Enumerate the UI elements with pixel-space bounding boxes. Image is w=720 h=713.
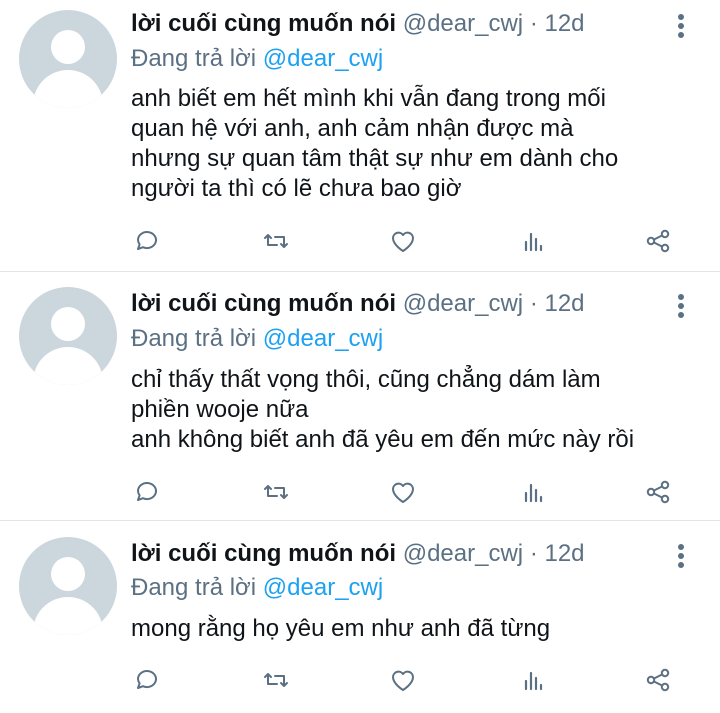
retweet-icon [264,234,288,248]
reply-icon [137,482,157,501]
author-handle[interactable]: @dear_cwj [403,540,523,567]
tweet-text-line: người ta thì có lẽ chưa bao giờ [131,175,462,202]
tweet-text-line: anh biết em hết mình khi vẫn đang trong … [131,85,606,112]
tweet-header: lời cuối cùng muốn nói @dear_cwj · 12d [131,289,585,319]
reply-icon [137,231,157,250]
like-icon [392,670,414,691]
separator-dot: · [529,290,538,317]
reply-button[interactable] [131,224,165,258]
replying-to-mention[interactable]: @dear_cwj [263,325,383,352]
share-button[interactable] [641,224,675,258]
more-options-icon[interactable] [672,12,690,40]
tweet-header: lời cuối cùng muốn nói @dear_cwj · 12d [131,9,585,39]
share-icon [646,480,670,504]
author-name[interactable]: lời cuối cùng muốn nói [131,540,396,567]
reply-button[interactable] [131,663,165,697]
retweet-button[interactable] [259,475,293,509]
replying-to-mention[interactable]: @dear_cwj [263,574,383,601]
analytics-button[interactable] [516,475,550,509]
share-icon [646,229,670,253]
analytics-button[interactable] [516,224,550,258]
tweet-text: mong rằng họ yêu em như anh đã từng [131,614,701,644]
like-icon [392,231,414,252]
retweet-icon [264,673,288,687]
analytics-button[interactable] [516,663,550,697]
tweet-text-line: quan hệ với anh, anh cảm nhận được mà [131,115,574,142]
reply-button[interactable] [131,475,165,509]
like-button[interactable] [386,663,420,697]
like-button[interactable] [386,224,420,258]
tweet-text: anh biết em hết mình khi vẫn đang trong … [131,84,701,204]
analytics-icon [524,232,543,252]
replying-to-label: Đang trả lời [131,325,257,352]
tweet[interactable]: lời cuối cùng muốn nói @dear_cwj · 12d Đ… [0,0,720,272]
avatar[interactable] [19,10,117,108]
timestamp[interactable]: 12d [544,540,584,567]
more-options-icon[interactable] [672,542,690,570]
author-handle[interactable]: @dear_cwj [403,290,523,317]
replying-to: Đang trả lời @dear_cwj [131,44,383,74]
tweet-text-line: nhưng sự quan tâm thật sự như em dành ch… [131,145,619,172]
tweet-text-line: chỉ thấy thất vọng thôi, cũng chẳng dám … [131,366,601,393]
author-name[interactable]: lời cuối cùng muốn nói [131,10,396,37]
action-bar [131,224,691,258]
more-options-icon[interactable] [672,292,690,320]
author-handle[interactable]: @dear_cwj [403,10,523,37]
reply-icon [137,670,157,689]
tweet-text-line: phiền wooje nữa [131,396,309,423]
tweet[interactable]: lời cuối cùng muốn nói @dear_cwj · 12d Đ… [0,272,720,521]
tweet-header: lời cuối cùng muốn nói @dear_cwj · 12d [131,539,585,569]
tweet-text: chỉ thấy thất vọng thôi, cũng chẳng dám … [131,365,701,455]
share-button[interactable] [641,475,675,509]
action-bar [131,475,691,509]
like-icon [392,482,414,503]
retweet-button[interactable] [259,224,293,258]
separator-dot: · [529,10,538,37]
avatar[interactable] [19,287,117,385]
retweet-button[interactable] [259,663,293,697]
tweet-text-line: mong rằng họ yêu em như anh đã từng [131,615,551,642]
separator-dot: · [529,540,538,567]
analytics-icon [524,483,543,503]
replying-to: Đang trả lời @dear_cwj [131,324,383,354]
replying-to-mention[interactable]: @dear_cwj [263,45,383,72]
tweet-text-line: anh không biết anh đã yêu em đến mức này… [131,426,635,453]
retweet-icon [264,485,288,499]
timestamp[interactable]: 12d [544,290,584,317]
replying-to-label: Đang trả lời [131,574,257,601]
like-button[interactable] [386,475,420,509]
timestamp[interactable]: 12d [544,10,584,37]
action-bar [131,663,691,697]
author-name[interactable]: lời cuối cùng muốn nói [131,290,396,317]
share-button[interactable] [641,663,675,697]
replying-to: Đang trả lời @dear_cwj [131,573,383,603]
avatar[interactable] [19,537,117,635]
tweet[interactable]: lời cuối cùng muốn nói @dear_cwj · 12d Đ… [0,521,720,713]
share-icon [646,668,670,692]
analytics-icon [524,671,543,691]
replying-to-label: Đang trả lời [131,45,257,72]
